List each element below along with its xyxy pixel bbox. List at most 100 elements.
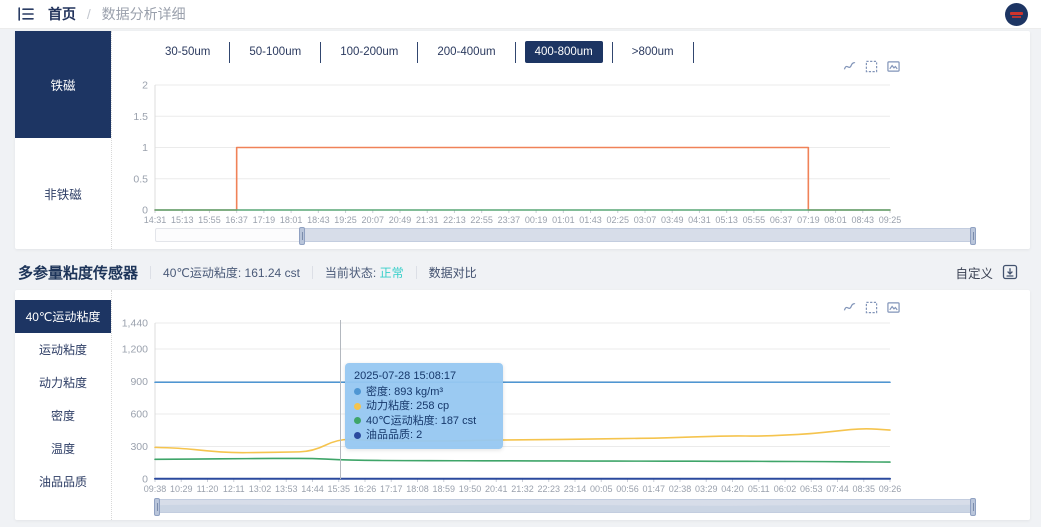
datazoom-left-handle[interactable] [154, 498, 160, 516]
tab-separator [692, 41, 694, 63]
series-dot-icon [354, 388, 361, 396]
svg-text:1.5: 1.5 [133, 111, 148, 123]
svg-text:15:55: 15:55 [198, 215, 221, 225]
data-compare-link[interactable]: 数据对比 [429, 264, 477, 281]
svg-text:06:53: 06:53 [800, 484, 823, 494]
svg-text:19:25: 19:25 [334, 215, 357, 225]
svg-text:23:14: 23:14 [564, 484, 587, 494]
svg-text:04:31: 04:31 [688, 215, 711, 225]
svg-text:12:11: 12:11 [223, 484, 245, 494]
svg-text:06:02: 06:02 [774, 484, 797, 494]
svg-text:1: 1 [142, 142, 148, 154]
divider [415, 265, 417, 279]
particle-sidebar: 铁磁 非铁磁 [15, 31, 112, 249]
tab-separator [611, 41, 613, 63]
svg-text:01:43: 01:43 [579, 215, 602, 225]
datazoom-window[interactable] [299, 227, 976, 245]
datazoom-right-handle[interactable] [970, 498, 976, 516]
particle-chart-datazoom[interactable] [155, 227, 976, 245]
particle-chart-canvas[interactable]: 00.511.5214:31 15:13 15:55 16:37 17:19 18:01 1… [115, 75, 915, 245]
breadcrumb-home[interactable]: 首页 [48, 6, 76, 22]
page: 首页 / 数据分析详细 铁磁 非铁磁 30-50um 50-100um 100-200… [0, 0, 1041, 527]
sidebar-item-非铁磁[interactable]: 非铁磁 [15, 138, 111, 249]
divider [150, 265, 152, 279]
toolbox-curve-icon[interactable] [843, 301, 856, 314]
svg-text:05:11: 05:11 [748, 484, 770, 494]
svg-text:07:44: 07:44 [826, 484, 849, 494]
toolbox-save-image-icon[interactable] [887, 301, 900, 314]
svg-text:02:38: 02:38 [669, 484, 692, 494]
datazoom-left-handle[interactable] [299, 227, 305, 245]
sidebar-item-温度[interactable]: 温度 [15, 432, 111, 465]
viscosity-metric: 40℃运动粘度: 161.24 cst [163, 264, 300, 281]
svg-text:05:55: 05:55 [743, 215, 766, 225]
avatar[interactable] [1005, 3, 1028, 26]
svg-text:20:07: 20:07 [362, 215, 385, 225]
tab-30-50um[interactable]: 30-50um [155, 41, 220, 63]
viscosity-chart-canvas[interactable]: 03006009001,2001,44009:38 10:29 11:20 12:11… [115, 314, 915, 495]
svg-text:09:25: 09:25 [879, 215, 902, 225]
svg-text:22:13: 22:13 [443, 215, 466, 225]
breadcrumb-current: 数据分析详细 [101, 6, 186, 22]
tab-400-800um[interactable]: 400-800um [524, 41, 603, 63]
toolbox-zoom-box-icon[interactable] [865, 301, 878, 314]
svg-text:10:29: 10:29 [170, 484, 193, 494]
svg-text:18:08: 18:08 [406, 484, 429, 494]
tab-100-200um[interactable]: 100-200um [330, 41, 408, 63]
sidebar-item-铁磁[interactable]: 铁磁 [15, 31, 111, 138]
svg-text:05:13: 05:13 [715, 215, 738, 225]
tooltip-row: 动力粘度: 258 cp [354, 399, 494, 414]
datazoom-window[interactable] [154, 498, 976, 516]
toolbox-zoom-box-icon[interactable] [865, 60, 878, 73]
viscosity-chart-datazoom[interactable] [154, 498, 976, 516]
series-dot-icon [354, 431, 361, 439]
svg-text:23:37: 23:37 [498, 215, 521, 225]
tab-50-100um[interactable]: 50-100um [239, 41, 311, 63]
svg-text:16:26: 16:26 [354, 484, 377, 494]
tooltip-row: 密度: 893 kg/m³ [354, 385, 494, 400]
toolbox-curve-icon[interactable] [843, 60, 856, 73]
datazoom-right-handle[interactable] [970, 227, 976, 245]
svg-text:09:38: 09:38 [144, 484, 167, 494]
tab-separator [514, 41, 516, 63]
sidebar-item-密度[interactable]: 密度 [15, 399, 111, 432]
svg-text:00:05: 00:05 [590, 484, 613, 494]
divider [311, 265, 313, 279]
tooltip-row: 油品品质: 2 [354, 428, 494, 443]
svg-text:22:23: 22:23 [537, 484, 560, 494]
tooltip-crosshair-line [340, 320, 341, 479]
svg-text:900: 900 [130, 376, 148, 388]
svg-text:21:31: 21:31 [416, 215, 439, 225]
customize-button[interactable]: 自定义 [955, 263, 993, 282]
tooltip-value: 40℃运动粘度: 187 cst [366, 414, 477, 427]
svg-text:01:01: 01:01 [552, 215, 575, 225]
sidebar-item-运动粘度[interactable]: 运动粘度 [15, 333, 111, 366]
svg-text:16:37: 16:37 [225, 215, 248, 225]
export-icon[interactable] [1002, 264, 1018, 280]
viscosity-section-header: 多参量粘度传感器 40℃运动粘度: 161.24 cst 当前状态: 正常 数据… [15, 258, 1026, 286]
particle-tabs: 30-50um 50-100um 100-200um 200-400um 400-800… [155, 39, 703, 65]
sidebar-item-动力粘度[interactable]: 动力粘度 [15, 366, 111, 399]
svg-text:20:49: 20:49 [389, 215, 412, 225]
svg-text:13:53: 13:53 [275, 484, 298, 494]
toolbox-save-image-icon[interactable] [887, 60, 900, 73]
status-label: 当前状态: [324, 265, 377, 280]
svg-text:03:29: 03:29 [695, 484, 718, 494]
svg-text:14:31: 14:31 [144, 215, 167, 225]
viscosity-panel: 40℃运动粘度 运动粘度 动力粘度 密度 温度 油品品质 0 300 600 900 1,200 1… [15, 290, 1030, 520]
viscosity-toolbox [843, 301, 900, 314]
tab->800um[interactable]: >800um [622, 41, 684, 63]
svg-text:04:20: 04:20 [721, 484, 744, 494]
tab-separator [417, 41, 419, 63]
series-dot-icon [354, 417, 361, 425]
sidebar-item-油品品质[interactable]: 油品品质 [15, 465, 111, 498]
tab-200-400um[interactable]: 200-400um [427, 41, 505, 63]
svg-text:09:26: 09:26 [879, 484, 902, 494]
svg-text:2: 2 [142, 80, 148, 92]
svg-text:14:44: 14:44 [301, 484, 324, 494]
sidebar-item-40℃运动粘度[interactable]: 40℃运动粘度 [15, 300, 111, 333]
svg-text:19:50: 19:50 [459, 484, 482, 494]
menu-fold-icon[interactable] [18, 7, 34, 21]
section-title: 多参量粘度传感器 [18, 264, 139, 282]
svg-text:18:43: 18:43 [307, 215, 330, 225]
